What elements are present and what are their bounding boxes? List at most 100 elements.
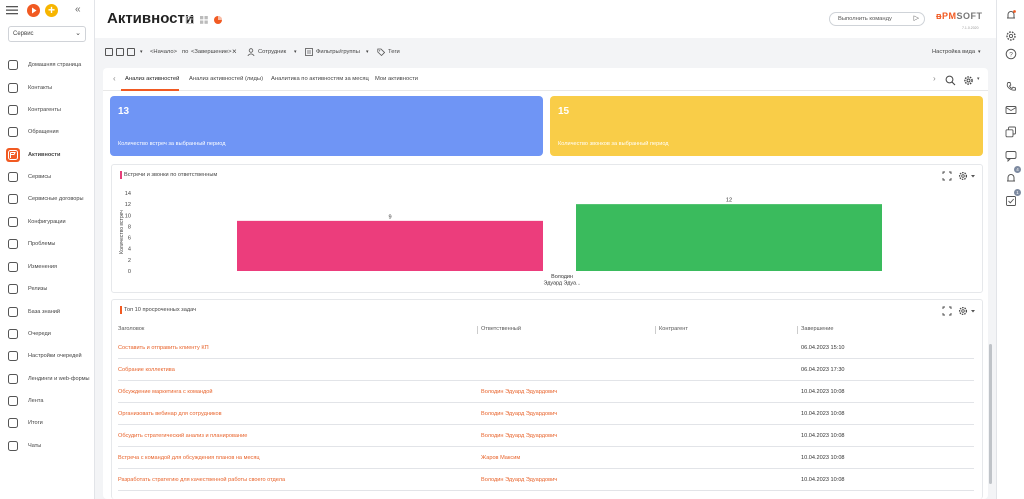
hamburger-menu-icon[interactable] — [6, 5, 18, 15]
command-line-input[interactable]: Выполнить команду ▷ — [829, 12, 925, 26]
tags-filter[interactable]: Теги — [388, 49, 400, 55]
sidebar-item-home[interactable]: Домашняя страница — [0, 55, 95, 75]
sidebar-item-landings[interactable]: Лендинги и web-формы — [0, 369, 95, 389]
employee-filter-icon[interactable] — [247, 48, 255, 56]
task-owner-link[interactable]: Володин Эдуард Эдуардович — [481, 389, 557, 395]
task-title-link[interactable]: Обсуждение маркетинга с командой — [118, 389, 213, 395]
filters-dropdown-icon[interactable]: ▾ — [366, 49, 369, 55]
table-row[interactable]: Составить и отправить клиенту КП 06.04.20… — [118, 337, 974, 359]
view-settings-button[interactable]: Настройка вида — [932, 49, 975, 55]
sidebar-item-knowledge-base[interactable]: База знаний — [0, 302, 95, 322]
employee-dropdown-icon[interactable]: ▾ — [294, 49, 297, 55]
table-row[interactable]: Разработать стратегию для качественной р… — [118, 469, 974, 491]
list-view-icon[interactable] — [186, 16, 194, 24]
search-icon[interactable] — [945, 75, 956, 86]
column-header-account[interactable]: Контрагент — [659, 326, 688, 332]
tab-my-activities[interactable]: Мои активности — [375, 76, 418, 82]
task-title-link[interactable]: Организовать вебинар для сотрудников — [118, 411, 222, 417]
clear-period-icon[interactable]: × — [232, 47, 237, 56]
analytics-view-icon[interactable] — [214, 16, 222, 24]
task-title-link[interactable]: Встреча с командой для обсуждения планов… — [118, 455, 260, 461]
email-icon[interactable] — [1005, 104, 1017, 116]
table-settings-dropdown-icon[interactable] — [971, 310, 975, 313]
notifications-bell-icon[interactable] — [1005, 9, 1017, 21]
sidebar-item-cases[interactable]: Обращения — [0, 122, 95, 142]
sidebar-item-configurations[interactable]: Конфигурации — [0, 212, 95, 232]
calendar-day-icon[interactable] — [105, 48, 113, 56]
task-owner-link[interactable]: Жаров Максим — [481, 455, 520, 461]
sidebar-item-changes[interactable]: Изменения — [0, 257, 95, 277]
sidebar-item-activities[interactable]: Активности — [0, 145, 95, 165]
column-separator[interactable] — [655, 326, 656, 334]
filters-groups[interactable]: Фильтры/группы — [316, 49, 360, 55]
chart-bar[interactable] — [237, 220, 543, 271]
task-title-link[interactable]: Обсудить стратегический анализ и планиро… — [118, 433, 247, 439]
sidebar-item-feed[interactable]: Лента — [0, 391, 95, 411]
kpi-calls-tile[interactable]: 15 Количество звонков за выбранный перио… — [550, 96, 983, 156]
tab-monthly-activity-analytics[interactable]: Аналитика по активностям за месяц — [271, 76, 369, 82]
sidebar-item-accounts[interactable]: Контрагенты — [0, 100, 95, 120]
copy-records-icon[interactable] — [1005, 126, 1017, 138]
task-title-link[interactable]: Составить и отправить клиенту КП — [118, 345, 209, 351]
workplace-select[interactable]: Сервис ⌄ — [8, 26, 86, 42]
table-row[interactable]: Встреча с командой для обсуждения планов… — [118, 447, 974, 469]
chart-bar[interactable] — [576, 204, 882, 271]
sidebar-item-services[interactable]: Сервисы — [0, 167, 95, 187]
view-settings-dropdown-icon[interactable]: ▾ — [978, 49, 981, 55]
task-owner-link[interactable]: Володин Эдуард Эдуардович — [481, 433, 557, 439]
filter-icon[interactable] — [305, 48, 313, 56]
phone-icon[interactable] — [1005, 81, 1017, 93]
table-row[interactable]: Обсуждение маркетинга с командой Володин … — [118, 381, 974, 403]
table-settings-gear-icon[interactable] — [958, 306, 968, 316]
run-command-icon[interactable]: ▷ — [914, 13, 919, 25]
help-icon[interactable]: ? — [1005, 48, 1017, 60]
column-header-owner[interactable]: Ответственный — [481, 326, 521, 332]
add-icon[interactable]: + — [45, 4, 58, 17]
period-dropdown-icon[interactable]: ▾ — [140, 49, 143, 55]
accounts-icon — [6, 103, 20, 117]
task-title-link[interactable]: Собрание коллектива — [118, 367, 175, 373]
kpi-meetings-tile[interactable]: 13 Количество встреч за выбранный период — [110, 96, 543, 156]
dashboard-settings-dropdown-icon[interactable]: ▾ — [977, 76, 980, 82]
column-separator[interactable] — [797, 326, 798, 334]
task-owner-link[interactable]: Володин Эдуард Эдуардович — [481, 411, 557, 417]
tag-icon[interactable] — [377, 48, 385, 56]
dashboard-settings-gear-icon[interactable] — [963, 75, 974, 86]
table-row[interactable]: Организовать вебинар для сотрудников Воло… — [118, 403, 974, 425]
sidebar-item-contacts[interactable]: Контакты — [0, 78, 95, 98]
sidebar-item-service-contracts[interactable]: Сервисные договоры — [0, 189, 95, 209]
table-row[interactable]: Собрание коллектива 06.04.2023 17:30 — [118, 359, 974, 381]
task-owner-link[interactable]: Володин Эдуард Эдуардович — [481, 477, 557, 483]
calendar-week-icon[interactable] — [116, 48, 124, 56]
tab-activity-analysis[interactable]: Анализ активностей — [125, 76, 179, 82]
sidebar-item-queue-settings[interactable]: Настройки очередей — [0, 346, 95, 366]
column-header-due-date[interactable]: Завершение — [801, 326, 834, 332]
services-icon — [6, 170, 20, 184]
feed-bell-icon[interactable] — [1005, 172, 1017, 184]
table-fullscreen-icon[interactable] — [942, 306, 952, 316]
employee-filter[interactable]: Сотрудник — [258, 49, 286, 55]
task-due-date: 10.04.2023 10:08 — [801, 389, 845, 395]
grid-view-icon[interactable] — [200, 16, 208, 24]
collapse-sidebar-icon[interactable]: « — [75, 4, 81, 15]
period-start[interactable]: <Начало> — [150, 49, 177, 55]
task-title-link[interactable]: Разработать стратегию для качественной р… — [118, 477, 285, 483]
sidebar-item-problems[interactable]: Проблемы — [0, 234, 95, 254]
chat-icon[interactable] — [1005, 150, 1017, 162]
calendar-month-icon[interactable] — [127, 48, 135, 56]
sidebar-item-releases[interactable]: Релизы — [0, 279, 95, 299]
table-row[interactable]: Обсудить стратегический анализ и планиро… — [118, 425, 974, 447]
system-settings-gear-icon[interactable] — [1005, 30, 1017, 42]
tabs-scroll-left-icon[interactable]: ‹ — [113, 74, 116, 83]
tab-activity-analysis-leads[interactable]: Анализ активностей (лиды) — [189, 76, 263, 82]
tasks-checkbox-icon[interactable] — [1005, 195, 1017, 207]
tabs-scroll-right-icon[interactable]: › — [933, 74, 936, 83]
process-run-icon[interactable] — [27, 4, 40, 17]
column-header-title[interactable]: Заголовок — [118, 326, 144, 332]
table-scrollbar[interactable] — [989, 344, 992, 484]
column-separator[interactable] — [477, 326, 478, 334]
sidebar-item-dashboards[interactable]: Итоги — [0, 413, 95, 433]
sidebar-item-queues[interactable]: Очереди — [0, 324, 95, 344]
sidebar-item-chats[interactable]: Чаты — [0, 436, 95, 456]
period-end[interactable]: <Завершение> — [191, 49, 232, 55]
